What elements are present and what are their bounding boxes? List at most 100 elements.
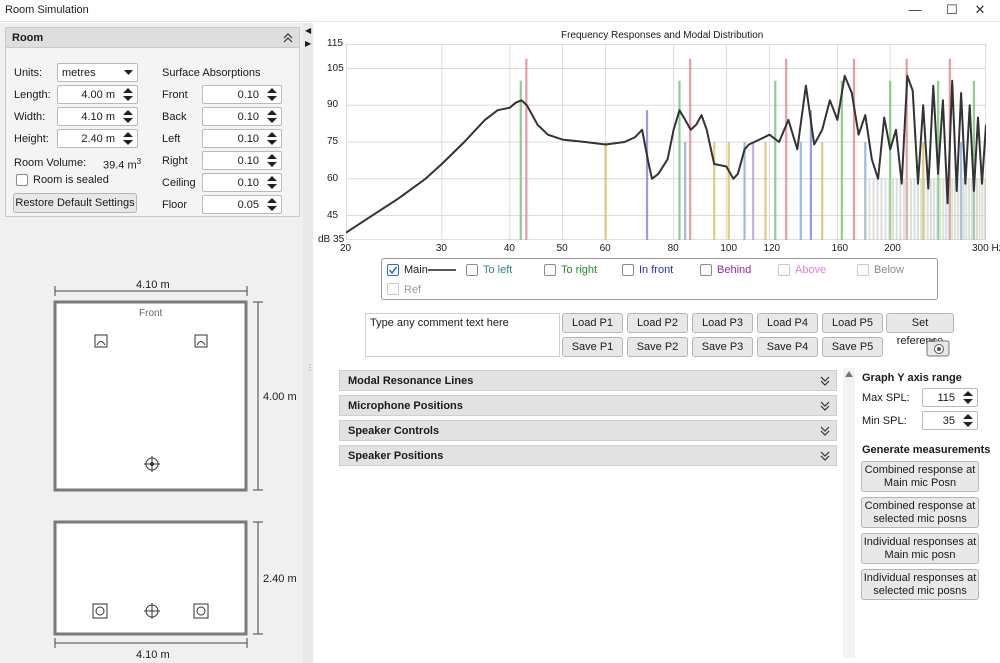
absorption-left-spinbox[interactable]: 0.10 xyxy=(202,129,282,148)
pane-splitter[interactable]: ◀ ▶ ⋮ xyxy=(303,23,314,663)
y-tick-label: 60 xyxy=(327,172,339,184)
legend-behind-label: Behind xyxy=(717,264,752,276)
room-sealed-label: Room is sealed xyxy=(33,174,109,186)
x-tick-label: 50 xyxy=(556,243,568,254)
spin-arrows-icon[interactable] xyxy=(266,197,278,212)
combined-selected-mics-button[interactable]: Combined response at selected mic posns xyxy=(861,497,979,528)
title-bar: Room Simulation — ☐ ✕ xyxy=(0,0,1000,22)
absorption-ceiling-spinbox[interactable]: 0.10 xyxy=(202,173,282,192)
width-spinbox[interactable]: 4.10 m xyxy=(57,107,138,126)
save-p1-button[interactable]: Save P1 xyxy=(562,337,623,357)
load-p3-button[interactable]: Load P3 xyxy=(692,313,753,333)
y-tick-label: 45 xyxy=(327,209,339,221)
spin-arrows-icon[interactable] xyxy=(266,131,278,146)
load-p1-button[interactable]: Load P1 xyxy=(562,313,623,333)
legend-in-front-checkbox[interactable] xyxy=(622,264,634,276)
y-tick-label: 115 xyxy=(327,38,343,49)
spin-arrows-icon[interactable] xyxy=(266,87,278,102)
individual-main-mic-line1: Individual responses at xyxy=(863,536,977,548)
spin-arrows-icon[interactable] xyxy=(266,153,278,168)
legend-to-right-checkbox[interactable] xyxy=(544,264,556,276)
x-tick-label: 300 Hz xyxy=(972,243,1000,254)
room-sealed-checkbox[interactable] xyxy=(16,174,28,186)
save-p3-button[interactable]: Save P3 xyxy=(692,337,753,357)
microphone-positions-section[interactable]: Microphone Positions xyxy=(339,395,837,416)
spin-arrows-icon[interactable] xyxy=(122,87,134,102)
legend-to-left-checkbox[interactable] xyxy=(466,264,478,276)
load-p4-button[interactable]: Load P4 xyxy=(757,313,818,333)
absorption-front-spinbox[interactable]: 0.10 xyxy=(202,85,282,104)
spin-arrows-icon[interactable] xyxy=(266,109,278,124)
y-axis-range-heading: Graph Y axis range xyxy=(862,372,962,384)
chevron-double-up-icon[interactable] xyxy=(282,32,294,44)
plan-front-label: Front xyxy=(139,308,163,319)
legend-above-label: Above xyxy=(795,264,827,276)
save-p2-button[interactable]: Save P2 xyxy=(627,337,688,357)
spin-arrows-icon[interactable] xyxy=(962,413,974,428)
legend-main-checkbox[interactable] xyxy=(387,264,399,276)
units-dropdown[interactable]: metres xyxy=(57,63,138,82)
absorption-right-value: 0.10 xyxy=(237,155,259,167)
speaker-right-elevation-icon[interactable] xyxy=(193,603,209,619)
scroll-up-arrow-icon[interactable] xyxy=(845,371,853,377)
individual-main-mic-button[interactable]: Individual responses at Main mic posn xyxy=(861,533,979,564)
absorption-right-label: Right xyxy=(162,155,188,167)
speaker-left-elevation-icon[interactable] xyxy=(92,603,108,619)
spin-arrows-icon[interactable] xyxy=(122,109,134,124)
spin-arrows-icon[interactable] xyxy=(962,390,974,405)
legend-to-left-label: To left xyxy=(483,264,513,276)
save-p4-button[interactable]: Save P4 xyxy=(757,337,818,357)
set-reference-button[interactable]: Set reference xyxy=(886,313,954,347)
speaker-right-icon[interactable] xyxy=(194,334,208,348)
spin-arrows-icon[interactable] xyxy=(266,175,278,190)
modal-resonance-lines-title: Modal Resonance Lines xyxy=(348,375,474,387)
camera-snapshot-icon[interactable] xyxy=(926,337,950,357)
min-spl-spinbox[interactable]: 35 xyxy=(922,411,978,430)
combined-main-mic-button[interactable]: Combined response at Main mic Posn xyxy=(861,461,979,492)
length-value: 4.00 m xyxy=(81,89,115,101)
load-p2-button[interactable]: Load P2 xyxy=(627,313,688,333)
y-tick-label: 90 xyxy=(327,99,339,111)
modal-resonance-lines-section[interactable]: Modal Resonance Lines xyxy=(339,370,837,391)
chevron-double-down-icon xyxy=(820,451,830,461)
legend-in-front-label: In front xyxy=(639,264,674,276)
length-spinbox[interactable]: 4.00 m xyxy=(57,85,138,104)
save-p5-button[interactable]: Save P5 xyxy=(822,337,883,357)
collapse-left-arrow-icon[interactable]: ◀ xyxy=(305,26,311,35)
absorption-floor-spinbox[interactable]: 0.05 xyxy=(202,195,282,214)
chevron-double-down-icon xyxy=(820,376,830,386)
legend-below-checkbox[interactable] xyxy=(857,264,869,276)
max-spl-spinbox[interactable]: 115 xyxy=(922,388,978,407)
room-volume-unit-exponent: 3 xyxy=(136,157,142,166)
side-panel-scrollbar[interactable] xyxy=(843,368,855,658)
spin-arrows-icon[interactable] xyxy=(122,131,134,146)
close-button[interactable]: ✕ xyxy=(960,0,1000,22)
surface-absorptions-heading: Surface Absorptions xyxy=(162,67,261,79)
speaker-controls-title: Speaker Controls xyxy=(348,425,440,437)
individual-selected-mics-button[interactable]: Individual responses at selected mic posn… xyxy=(861,569,979,600)
speaker-positions-section[interactable]: Speaker Positions xyxy=(339,445,837,466)
legend-behind-checkbox[interactable] xyxy=(700,264,712,276)
absorption-right-spinbox[interactable]: 0.10 xyxy=(202,151,282,170)
room-volume-label: Room Volume: xyxy=(14,157,87,169)
speaker-controls-section[interactable]: Speaker Controls xyxy=(339,420,837,441)
absorption-ceiling-label: Ceiling xyxy=(162,177,196,189)
absorption-front-label: Front xyxy=(162,89,188,101)
frequency-response-chart[interactable] xyxy=(346,44,986,240)
legend-ref-checkbox[interactable] xyxy=(387,283,399,295)
load-p5-button[interactable]: Load P5 xyxy=(822,313,883,333)
room-elevation-view[interactable] xyxy=(0,513,303,663)
height-value: 2.40 m xyxy=(81,133,115,145)
legend-above-checkbox[interactable] xyxy=(778,264,790,276)
chevron-down-icon xyxy=(124,70,133,75)
room-group-header[interactable]: Room xyxy=(6,28,299,48)
expand-right-arrow-icon[interactable]: ▶ xyxy=(305,39,311,48)
speaker-left-icon[interactable] xyxy=(94,334,108,348)
x-tick-label: 120 xyxy=(763,243,781,254)
absorption-back-spinbox[interactable]: 0.10 xyxy=(202,107,282,126)
height-spinbox[interactable]: 2.40 m xyxy=(57,129,138,148)
restore-defaults-button[interactable]: Restore Default Settings xyxy=(13,193,137,213)
absorption-back-value: 0.10 xyxy=(237,111,259,123)
comment-text-box[interactable]: Type any comment text here xyxy=(365,313,560,357)
minimize-button[interactable]: — xyxy=(895,0,935,22)
